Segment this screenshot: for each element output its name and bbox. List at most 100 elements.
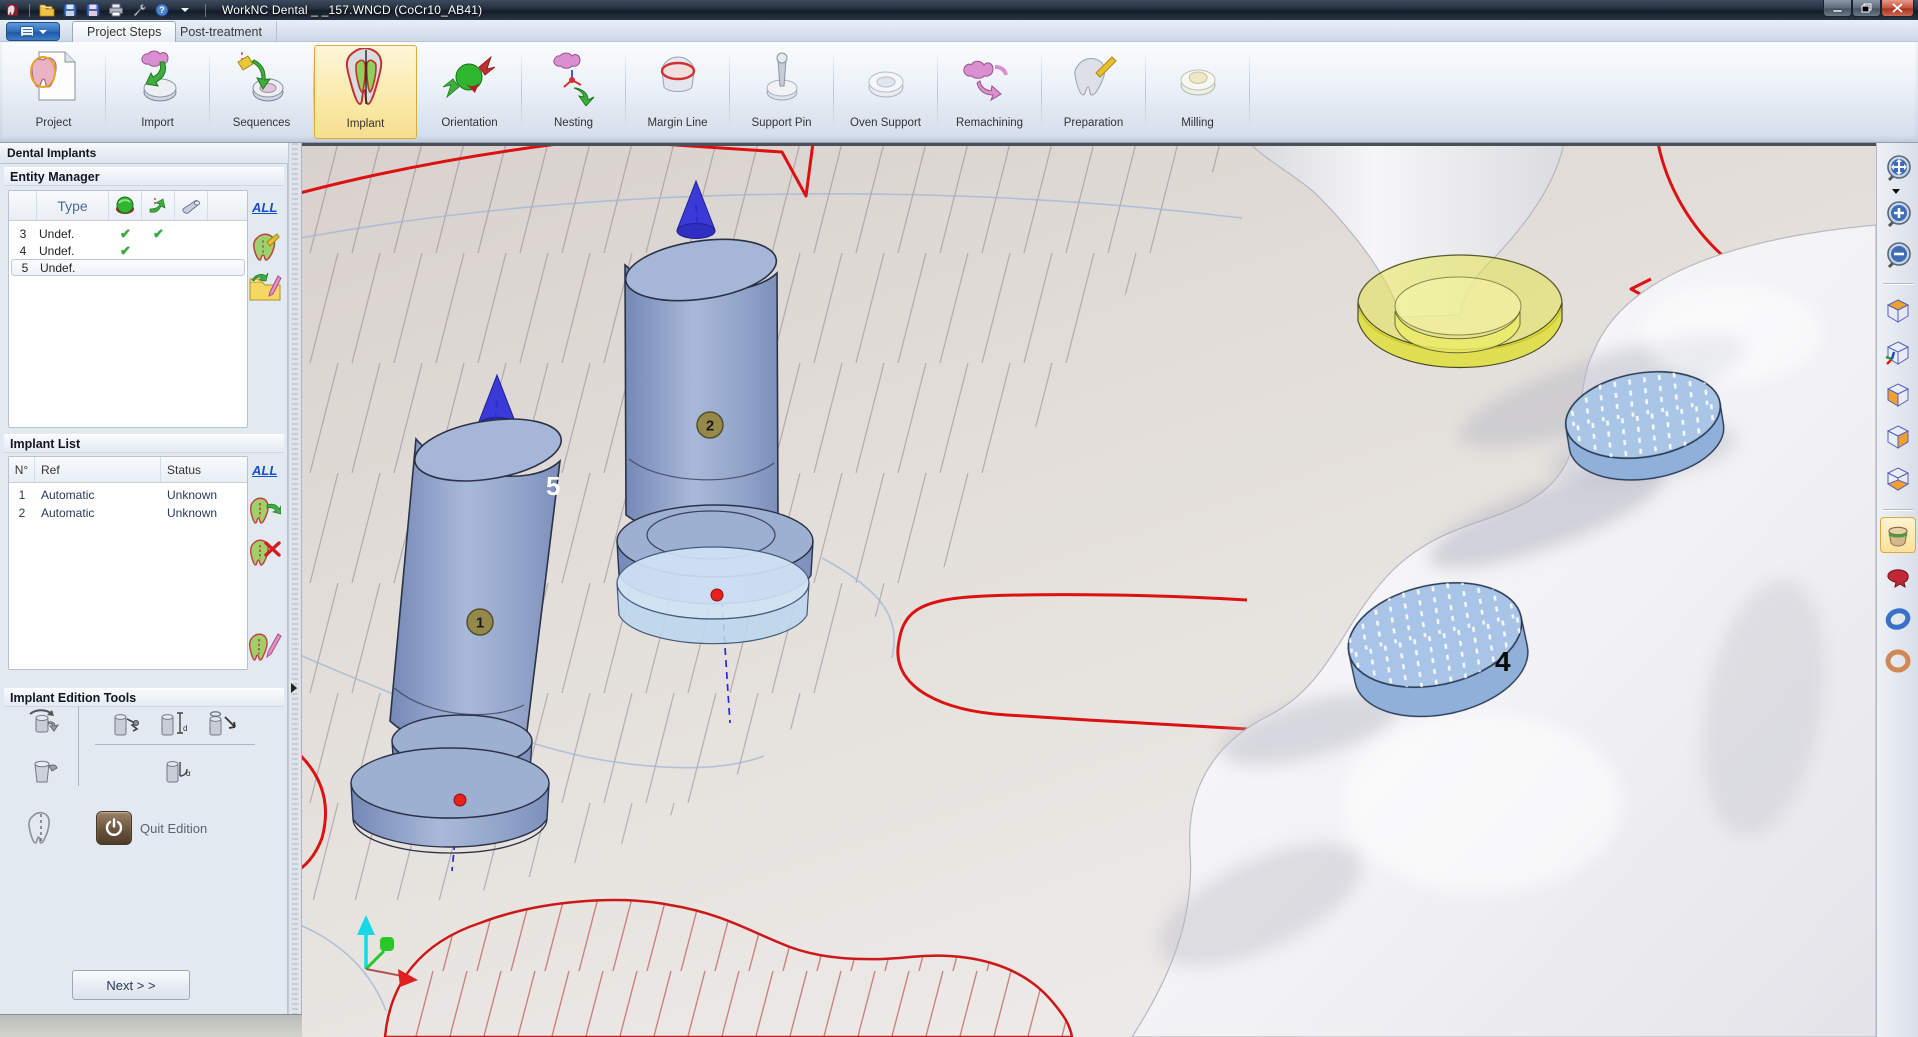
save-icon[interactable]: [61, 2, 78, 18]
restore-button[interactable]: [1852, 0, 1881, 17]
svg-text:α: α: [186, 769, 191, 778]
tools-icon[interactable]: [130, 2, 147, 18]
tool-clamp-implant-button[interactable]: [108, 708, 142, 742]
implant-col-ref[interactable]: Ref: [35, 457, 161, 482]
tool-rotate-implant-button[interactable]: [26, 706, 60, 740]
print-icon[interactable]: [107, 2, 124, 18]
view-bottom-button[interactable]: [1880, 461, 1916, 497]
next-button[interactable]: Next > >: [72, 970, 190, 1000]
open-icon[interactable]: [38, 2, 55, 18]
tooth-axis-toggle-button[interactable]: [24, 811, 58, 845]
ribbon-item-import[interactable]: Import: [106, 45, 209, 139]
ribbon-item-nesting[interactable]: Nesting: [522, 45, 625, 139]
minimize-button[interactable]: [1823, 0, 1852, 17]
entity-row-5[interactable]: 5 Undef.: [11, 259, 245, 276]
panel-splitter[interactable]: [288, 143, 302, 1014]
edit-entity-button[interactable]: [248, 229, 282, 263]
next-button-label: Next > >: [106, 978, 155, 993]
edit-implant-button[interactable]: [248, 629, 282, 663]
entity-col-type[interactable]: Type: [37, 191, 109, 220]
help-icon[interactable]: ?: [153, 2, 170, 18]
zoom-fit-icon: [1883, 154, 1913, 184]
quick-access-toolbar: ?: [0, 2, 193, 18]
quit-edition-button[interactable]: [96, 811, 132, 845]
orientation-status-icon[interactable]: [109, 191, 142, 220]
entity-row-3[interactable]: 3 Undef. ✔ ✔: [9, 225, 247, 242]
ribbon-item-project[interactable]: Project: [2, 45, 105, 139]
axis-status-icon[interactable]: [142, 191, 175, 220]
implant-edition-tools-header: Implant Edition Tools: [4, 688, 284, 707]
display-ring-button[interactable]: [1880, 643, 1916, 679]
all-label: ALL: [252, 200, 277, 215]
view-right-button[interactable]: [1880, 419, 1916, 455]
ribbon-item-support-pin[interactable]: Support Pin: [730, 45, 833, 139]
oven-support-icon: [834, 45, 937, 109]
ribbon-item-oven-support[interactable]: Oven Support: [834, 45, 937, 139]
ribbon-item-orientation[interactable]: Orientation: [418, 45, 521, 139]
entity-row-4[interactable]: 4 Undef. ✔ ✔: [9, 242, 247, 259]
display-abutment-button[interactable]: [1880, 601, 1916, 637]
implant-num: 2: [9, 505, 35, 521]
application-menu-button[interactable]: [6, 22, 60, 41]
zoom-options-caret[interactable]: [1892, 189, 1900, 194]
view-front-button[interactable]: [1880, 377, 1916, 413]
implant-show-all-button[interactable]: ALL: [252, 463, 277, 478]
check-icon: ✔: [109, 225, 142, 243]
implant-base-point[interactable]: [711, 589, 723, 601]
display-stock-button[interactable]: [1880, 517, 1916, 553]
ribbon-item-remachining[interactable]: Remachining: [938, 45, 1041, 139]
display-margin-button[interactable]: [1880, 559, 1916, 595]
tool-implant-height-button[interactable]: d: [156, 708, 190, 742]
entity-type: Undef.: [38, 260, 110, 276]
window-controls: [1823, 0, 1914, 17]
zoom-fit-button[interactable]: [1880, 151, 1916, 187]
3d-viewport-canvas[interactable]: 1 5 2: [302, 143, 1876, 1037]
tool-extract-implant-button[interactable]: [205, 708, 239, 742]
cylinder-icon[interactable]: [175, 191, 208, 220]
implant-col-status[interactable]: Status: [161, 457, 243, 482]
svg-text:d: d: [183, 724, 187, 733]
ribbon-item-implant[interactable]: Implant: [314, 45, 417, 139]
entity-manager-table: Type 3 Undef. ✔ ✔ 4: [8, 190, 248, 428]
tooth-outline-icon: [26, 811, 56, 845]
ribbon-item-sequences[interactable]: Sequences: [210, 45, 313, 139]
implant-row-2[interactable]: 2 Automatic Unknown: [9, 504, 247, 522]
app-icon[interactable]: [4, 2, 21, 18]
implant-ref: Automatic: [35, 505, 161, 521]
dental-implants-panel: Dental Implants Entity Manager Type: [0, 143, 288, 1014]
entity-show-all-button[interactable]: ALL: [252, 200, 277, 215]
project-icon: [2, 45, 105, 109]
ribbon-item-label: Sequences: [233, 117, 291, 129]
zoom-in-button[interactable]: [1880, 197, 1916, 233]
implant-col-num[interactable]: N°: [9, 457, 35, 482]
collapse-panel-icon[interactable]: [291, 683, 297, 693]
tab-post-treatment[interactable]: Post-treatment: [166, 21, 277, 42]
zoom-out-button[interactable]: [1880, 238, 1916, 274]
edit-folder-button[interactable]: [248, 269, 282, 303]
section-title: Implant Edition Tools: [10, 691, 136, 705]
add-implant-button[interactable]: [248, 493, 282, 527]
save-as-icon[interactable]: [84, 2, 101, 18]
view-top-button[interactable]: [1880, 293, 1916, 329]
clamp-implant-icon: [109, 709, 141, 741]
ribbon-item-preparation[interactable]: Preparation: [1042, 45, 1145, 139]
tool-implant-angle-button[interactable]: α: [160, 755, 194, 789]
view-iso-button[interactable]: [1880, 335, 1916, 371]
implant-base-point[interactable]: [454, 794, 466, 806]
check-icon: ✔: [142, 225, 175, 243]
implant-list-header: Implant List: [4, 434, 284, 453]
zoom-out-icon: [1883, 241, 1913, 271]
tab-project-steps[interactable]: Project Steps: [72, 21, 176, 42]
more-icon[interactable]: [176, 2, 193, 18]
implant-row-1[interactable]: 1 Automatic Unknown: [9, 486, 247, 504]
power-icon: [104, 818, 124, 838]
column-header-label: Status: [167, 463, 201, 477]
remachining-icon: [938, 45, 1041, 109]
delete-implant-button[interactable]: [248, 535, 282, 569]
ribbon-item-label: Oven Support: [850, 117, 921, 129]
tool-implant-body-button[interactable]: [26, 755, 60, 789]
entity-col-blank: [9, 191, 37, 220]
ribbon-item-margin-line[interactable]: Margin Line: [626, 45, 729, 139]
ribbon-item-milling[interactable]: Milling: [1146, 45, 1249, 139]
close-button[interactable]: [1881, 0, 1914, 17]
